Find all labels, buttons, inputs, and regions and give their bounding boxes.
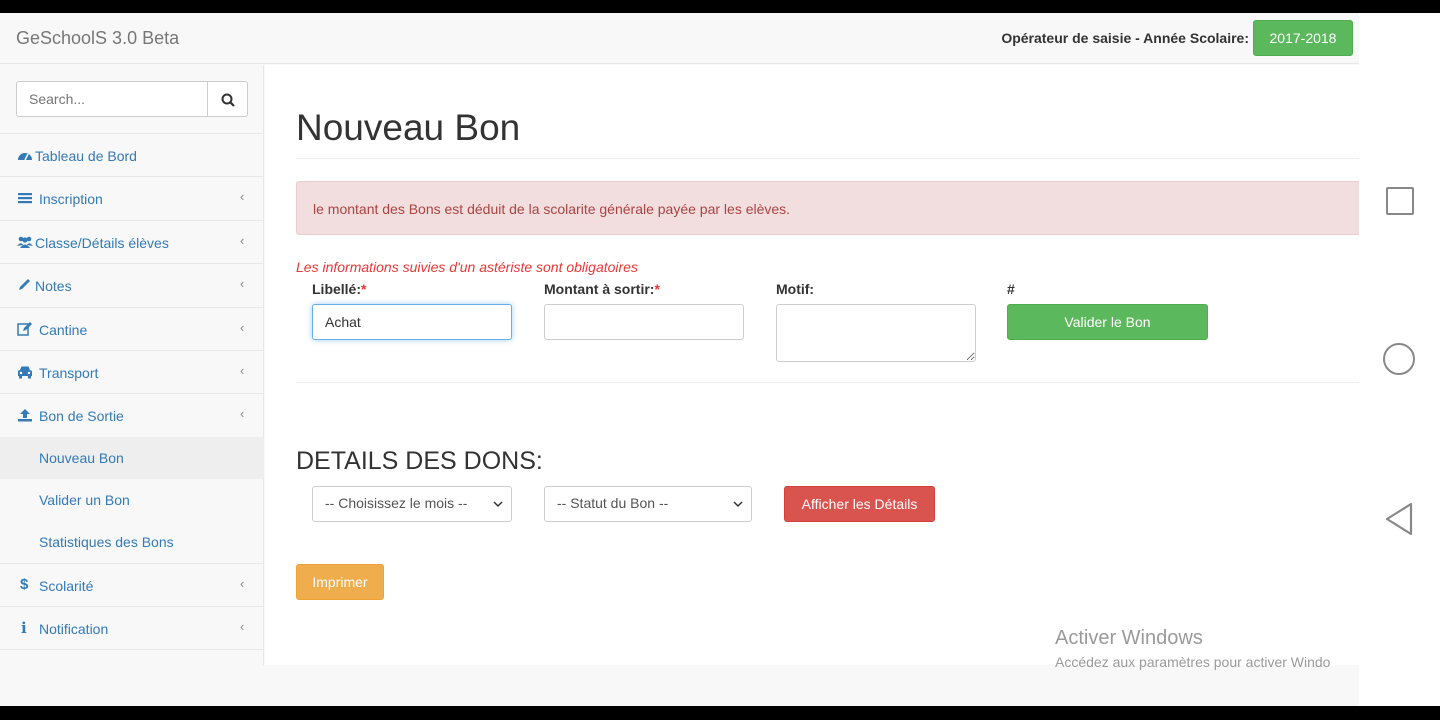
search-button[interactable] <box>207 81 248 117</box>
school-year-button[interactable]: 2017-2018 <box>1253 20 1353 56</box>
edit-icon <box>17 321 32 336</box>
montant-label-text: Montant à sortir: <box>544 281 655 297</box>
dashboard-icon <box>18 153 32 161</box>
watermark-title: Activer Windows <box>1055 627 1203 649</box>
chevron-left-icon: ‹ <box>240 575 245 591</box>
sidebar-item-label: Cantine <box>39 321 88 338</box>
divider <box>296 158 1359 159</box>
sidebar-subitem-nouveau-bon[interactable]: Nouveau Bon <box>0 436 264 479</box>
sidebar-item-bon-de-sortie[interactable]: Bon de Sortie ‹ <box>0 393 264 436</box>
dollar-icon: $ <box>20 575 29 593</box>
sidebar-item-label: Transport <box>39 364 99 381</box>
info-alert: le montant des Bons est déduit de la sco… <box>296 181 1359 235</box>
chevron-left-icon: ‹ <box>240 319 245 335</box>
pencil-icon <box>19 279 30 291</box>
recent-apps-button[interactable] <box>1386 187 1414 215</box>
app-window: GeSchoolS 3.0 Beta Opérateur de saisie -… <box>0 13 1359 706</box>
montant-label: Montant à sortir:* <box>544 281 660 297</box>
android-nav-bar <box>1359 13 1440 706</box>
sidebar-item-cantine[interactable]: Cantine ‹ <box>0 306 264 350</box>
home-button[interactable] <box>1383 343 1415 375</box>
search-input[interactable] <box>16 81 208 117</box>
sidebar-menu: Tableau de Bord Inscription ‹ Classe/Dét… <box>0 133 264 650</box>
sidebar-item-tableau-de-bord[interactable]: Tableau de Bord <box>0 133 264 176</box>
sidebar-item-label: Tableau de Bord <box>35 148 137 164</box>
chevron-left-icon: ‹ <box>240 406 245 422</box>
search-icon <box>221 93 235 107</box>
sidebar: Tableau de Bord Inscription ‹ Classe/Dét… <box>0 65 264 665</box>
car-icon <box>18 366 32 379</box>
required-star: * <box>654 281 660 297</box>
sidebar-item-classe[interactable]: Classe/Détails élèves ‹ <box>0 219 264 263</box>
hash-label: # <box>1007 281 1015 297</box>
chevron-left-icon: ‹ <box>240 619 245 635</box>
month-select-value: -- Choisissez le mois -- <box>325 495 468 511</box>
required-star: * <box>361 281 367 297</box>
sidebar-item-notification[interactable]: i Notification ‹ <box>0 606 264 650</box>
sidebar-item-label: Bon de Sortie <box>39 408 124 425</box>
upload-icon <box>18 409 32 422</box>
sidebar-subitem-label: Statistiques des Bons <box>39 533 174 550</box>
motif-label: Motif: <box>776 281 815 297</box>
sidebar-item-label: Inscription <box>39 191 103 208</box>
page-title: Nouveau Bon <box>296 107 521 148</box>
chevron-down-icon <box>733 501 743 508</box>
month-select[interactable]: -- Choisissez le mois -- <box>312 486 512 522</box>
app-brand[interactable]: GeSchoolS 3.0 Beta <box>16 28 179 49</box>
sidebar-item-label: Notes <box>35 278 72 295</box>
montant-input[interactable] <box>544 304 744 340</box>
sidebar-item-label: Scolarité <box>39 577 94 594</box>
info-icon: i <box>21 619 27 638</box>
sidebar-item-inscription[interactable]: Inscription ‹ <box>0 176 264 219</box>
chevron-left-icon: ‹ <box>240 189 245 205</box>
libelle-input[interactable] <box>312 304 512 340</box>
sidebar-item-transport[interactable]: Transport ‹ <box>0 349 264 393</box>
back-button[interactable] <box>1383 501 1415 537</box>
status-select-value: -- Statut du Bon -- <box>557 495 669 511</box>
libelle-label: Libellé:* <box>312 281 366 297</box>
alert-text: le montant des Bons est déduit de la sco… <box>313 201 791 217</box>
sidebar-subitem-statistiques[interactable]: Statistiques des Bons <box>0 521 264 563</box>
afficher-details-button[interactable]: Afficher les Détails <box>784 486 935 522</box>
valider-bon-button[interactable]: Valider le Bon <box>1007 304 1208 340</box>
users-icon <box>17 236 33 248</box>
bottom-bar <box>0 706 1440 720</box>
status-select[interactable]: -- Statut du Bon -- <box>544 486 752 522</box>
screen: GeSchoolS 3.0 Beta Opérateur de saisie -… <box>0 0 1440 720</box>
watermark-subtitle: Accédez aux paramètres pour activer Wind… <box>1055 654 1331 670</box>
details-section-title: DETAILS DES DONS: <box>296 447 543 475</box>
motif-textarea[interactable] <box>776 304 976 362</box>
libelle-label-text: Libellé: <box>312 281 362 297</box>
chevron-left-icon: ‹ <box>240 362 245 378</box>
sidebar-item-label: Classe/Détails élèves <box>35 234 169 251</box>
sidebar-item-notes[interactable]: Notes ‹ <box>0 263 264 306</box>
sidebar-subitem-label: Valider un Bon <box>39 491 130 508</box>
top-navbar: GeSchoolS 3.0 Beta Opérateur de saisie -… <box>0 13 1359 64</box>
sidebar-search <box>16 81 248 117</box>
sidebar-item-label: Notification <box>39 621 109 638</box>
windows-activation-watermark: Activer Windows Accédez aux paramètres p… <box>1055 627 1330 670</box>
sidebar-item-scolarite[interactable]: $ Scolarité ‹ <box>0 562 264 606</box>
chevron-down-icon <box>493 501 503 508</box>
operator-label: Opérateur de saisie - Année Scolaire: <box>1001 30 1249 46</box>
chevron-left-icon: ‹ <box>240 276 245 292</box>
required-fields-note: Les informations suivies d'un astériste … <box>296 259 638 275</box>
imprimer-button[interactable]: Imprimer <box>296 564 384 600</box>
sidebar-subitem-valider-un-bon[interactable]: Valider un Bon <box>0 479 264 521</box>
chevron-left-icon: ‹ <box>240 232 245 248</box>
sidebar-subitem-label: Nouveau Bon <box>39 449 124 466</box>
main-content: Nouveau Bon le montant des Bons est dédu… <box>265 65 1359 670</box>
list-icon <box>18 193 32 204</box>
divider <box>296 382 1359 383</box>
